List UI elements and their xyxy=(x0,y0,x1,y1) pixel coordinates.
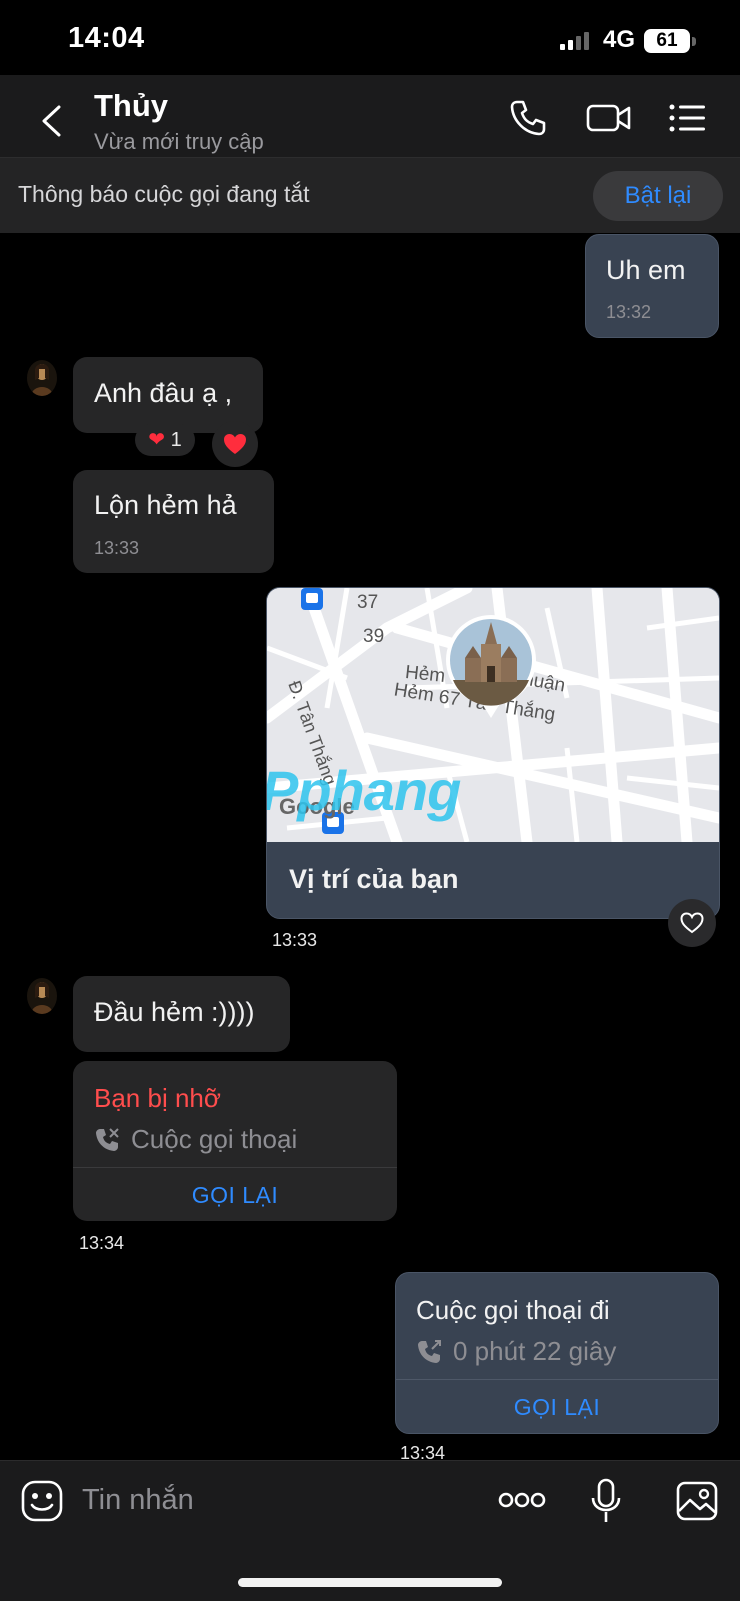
map-preview[interactable]: 37 39 Đ. Tân Thắng Hẻm huận Hẻm 67 Tân T… xyxy=(267,588,719,842)
watermark-logo: Pphang xyxy=(266,759,461,822)
message-time: 13:33 xyxy=(272,930,318,950)
church-pin-icon xyxy=(445,614,537,722)
divider xyxy=(73,1167,397,1168)
outgoing-message[interactable]: Uh em 13:32 xyxy=(585,234,719,338)
divider xyxy=(396,1379,718,1380)
message-input[interactable]: Tin nhắn xyxy=(82,1484,194,1517)
battery-level: 61 xyxy=(644,29,690,53)
phone-call-icon xyxy=(94,1127,120,1153)
image-icon[interactable] xyxy=(676,1481,718,1521)
map-label: 39 xyxy=(363,626,385,647)
incoming-message[interactable]: Lộn hẻm hả 13:33 xyxy=(73,470,274,573)
message-text: Uh em xyxy=(606,255,686,285)
menu-list-icon[interactable] xyxy=(669,98,707,138)
contact-status: Vừa mới truy cập xyxy=(94,129,264,154)
call-notice-text: Thông báo cuộc gọi đang tắt xyxy=(18,181,310,207)
back-chevron-icon[interactable] xyxy=(40,104,62,138)
react-button[interactable] xyxy=(668,899,716,947)
call-back-button[interactable]: GỌI LẠI xyxy=(396,1394,718,1421)
video-call-icon[interactable] xyxy=(586,98,632,138)
home-indicator xyxy=(238,1578,502,1587)
sticker-icon[interactable] xyxy=(21,1480,63,1522)
message-text: Đầu hẻm :)))) xyxy=(94,997,255,1027)
call-title: Bạn bị nhỡ xyxy=(94,1083,221,1113)
avatar[interactable] xyxy=(27,978,57,1014)
call-subtitle: Cuộc gọi thoại xyxy=(131,1124,298,1154)
call-title: Cuộc gọi thoại đi xyxy=(416,1295,610,1325)
message-time: 13:34 xyxy=(79,1233,125,1253)
location-caption: Vị trí của bạn xyxy=(289,864,459,894)
outgoing-call-card: Cuộc gọi thoại đi 0 phút 22 giây GỌI LẠI xyxy=(395,1272,719,1434)
call-subtitle: 0 phút 22 giây xyxy=(453,1336,617,1366)
status-time: 14:04 xyxy=(68,22,145,54)
call-back-button[interactable]: GỌI LẠI xyxy=(73,1182,397,1209)
message-time: 13:32 xyxy=(606,302,652,322)
location-message[interactable]: 37 39 Đ. Tân Thắng Hẻm huận Hẻm 67 Tân T… xyxy=(266,587,720,919)
message-text: Lộn hẻm hả xyxy=(94,490,237,520)
incoming-message[interactable]: Đầu hẻm :)))) xyxy=(73,976,290,1052)
missed-call-card: Bạn bị nhỡ Cuộc gọi thoại GỌI LẠI xyxy=(73,1061,397,1221)
reaction-count: 1 xyxy=(170,429,182,451)
microphone-icon[interactable] xyxy=(591,1478,621,1524)
message-text: Anh đâu ạ , xyxy=(94,378,233,408)
phone-icon[interactable] xyxy=(508,98,548,138)
contact-name[interactable]: Thủy xyxy=(94,88,168,124)
message-time: 13:33 xyxy=(94,538,140,558)
more-dots-icon[interactable] xyxy=(498,1490,546,1510)
phone-call-icon xyxy=(416,1339,442,1365)
re-enable-button[interactable]: Bật lại xyxy=(593,171,723,221)
reaction-summary[interactable]: ❤ 1 xyxy=(135,424,195,456)
map-label: 37 xyxy=(357,592,379,613)
react-button[interactable] xyxy=(212,421,258,467)
heart-icon: ❤ xyxy=(148,429,166,451)
battery-tip xyxy=(692,37,696,46)
heart-icon xyxy=(223,433,247,455)
avatar[interactable] xyxy=(27,360,57,396)
heart-icon xyxy=(680,912,704,934)
network-type: 4G xyxy=(603,26,636,53)
signal-icon xyxy=(560,32,594,50)
